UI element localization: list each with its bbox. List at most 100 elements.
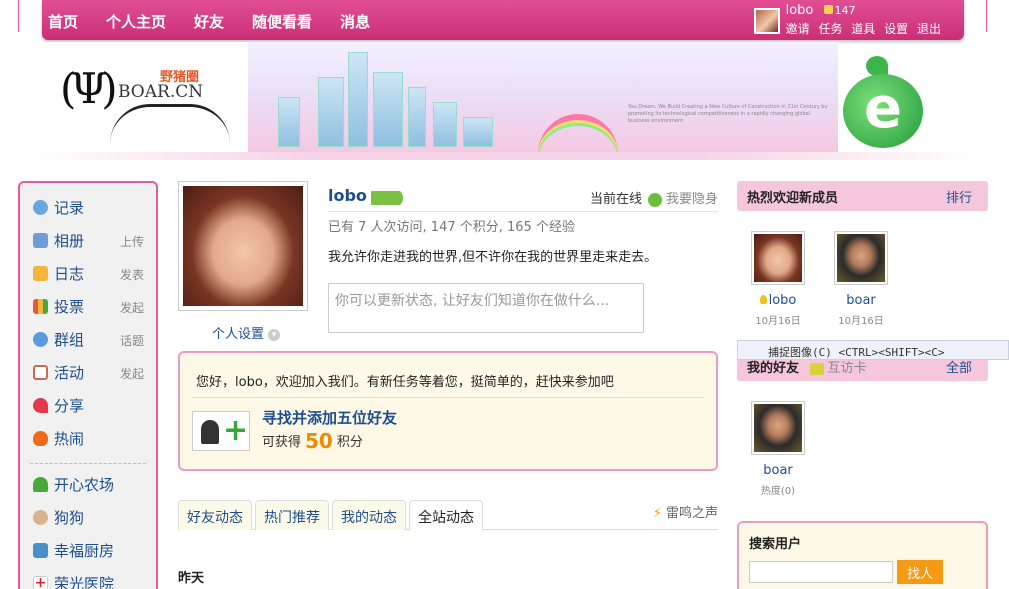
task-reward-suffix: 积分 xyxy=(336,435,363,450)
sidebar-item-poll[interactable]: 投票 发起 xyxy=(20,296,156,329)
heart-icon xyxy=(33,398,48,413)
calendar-icon xyxy=(33,365,48,380)
link-tasks[interactable]: 任务 xyxy=(818,22,842,36)
sidebar-action-start-event[interactable]: 发起 xyxy=(120,365,144,382)
link-logout[interactable]: 退出 xyxy=(917,22,941,36)
thunder-label: 雷鸣之声 xyxy=(665,506,718,521)
nav-profile[interactable]: 个人主页 xyxy=(106,11,166,32)
sidebar-app-label: 荣光医院 xyxy=(54,575,115,589)
nav-friends[interactable]: 好友 xyxy=(194,11,224,32)
sidebar-app-kitchen[interactable]: 幸福厨房 xyxy=(20,540,156,573)
invisible-toggle[interactable]: 我要隐身 xyxy=(666,192,718,207)
building xyxy=(408,87,426,147)
task-title[interactable]: 寻找并添加五位好友 xyxy=(262,407,397,428)
sidebar-item-share[interactable]: 分享 xyxy=(20,395,156,428)
e-logo: e xyxy=(838,52,928,152)
dog-icon xyxy=(33,510,48,525)
link-settings[interactable]: 设置 xyxy=(884,22,908,36)
nav-browse[interactable]: 随便看看 xyxy=(252,11,312,32)
bulb-icon xyxy=(759,295,767,304)
status-input[interactable]: 你可以更新状态, 让好友们知道你在做什么... xyxy=(328,283,644,333)
member-name-row: boar xyxy=(831,293,891,308)
nav-messages[interactable]: 消息 xyxy=(340,11,370,32)
link-props[interactable]: 道具 xyxy=(851,22,875,36)
logo-swirl xyxy=(110,104,230,144)
coin-icon xyxy=(823,5,833,14)
thunder-link[interactable]: ⚡ 雷鸣之声 xyxy=(653,502,718,521)
banner-divider xyxy=(30,152,980,160)
find-user-button[interactable]: 找人 xyxy=(897,560,943,584)
member-card[interactable]: lobo 10月16日 xyxy=(748,231,808,327)
task-welcome: 您好，lobo，欢迎加入我们。有新任务等着您，挺简单的，赶快来参加吧 xyxy=(196,375,614,390)
page: 首页 个人主页 好友 随便看看 消息 lobo 147 邀请 任务 道具 设置 … xyxy=(0,0,1009,589)
sidebar-action-upload[interactable]: 上传 xyxy=(120,233,144,250)
clover-icon xyxy=(647,192,662,207)
chevron-down-icon: ▾ xyxy=(268,328,281,341)
frame-edge-right xyxy=(986,0,987,32)
visit-card-link[interactable]: 互访卡 xyxy=(809,361,867,376)
nav-home[interactable]: 首页 xyxy=(48,11,78,32)
banner-cityscape: You Dream, We Build Creating a New Cultu… xyxy=(248,42,838,157)
my-friends-title: 我的好友 xyxy=(747,361,800,376)
user-search-input[interactable] xyxy=(749,561,893,583)
user-name[interactable]: lobo xyxy=(786,3,814,18)
friend-avatar[interactable] xyxy=(751,401,805,455)
sidebar-app-farm[interactable]: 开心农场 xyxy=(20,474,156,507)
new-members-header: 热烈欢迎新成员 排行 xyxy=(737,181,988,211)
e-icon: e xyxy=(843,74,923,148)
frame-edge-left xyxy=(18,0,19,32)
building xyxy=(433,102,457,147)
sidebar-item-album[interactable]: 相册 上传 xyxy=(20,230,156,263)
site-logo[interactable]: (Ψ) 野猪圈 BOAR.CN xyxy=(30,42,250,157)
feed-section-title: 昨天 xyxy=(178,571,205,586)
profile-name[interactable]: lobo xyxy=(328,186,367,205)
feed-tabs: 好友动态 热门推荐 我的动态 全站动态 ⚡ 雷鸣之声 xyxy=(178,500,718,531)
member-name[interactable]: lobo xyxy=(769,293,797,308)
tab-friends-feed[interactable]: 好友动态 xyxy=(178,500,252,530)
sidebar-action-topic[interactable]: 话题 xyxy=(120,332,144,349)
online-label: 当前在线 xyxy=(589,192,642,207)
member-name[interactable]: boar xyxy=(846,293,876,308)
sidebar-action-start-poll[interactable]: 发起 xyxy=(120,299,144,316)
profile-settings-link[interactable]: 个人设置 ▾ xyxy=(212,323,281,342)
sidebar-app-dog[interactable]: 狗狗 xyxy=(20,507,156,540)
sidebar-divider xyxy=(30,463,146,464)
person-icon xyxy=(201,420,219,444)
level-leaf-icon xyxy=(371,190,404,205)
sidebar-item-label: 群组 xyxy=(54,331,85,349)
sidebar-item-record[interactable]: 记录 xyxy=(20,197,156,230)
profile-photo[interactable] xyxy=(178,181,308,311)
profile-header: lobo 当前在线 我要隐身 已有 7 人次访问, 147 个积分, 165 个经… xyxy=(328,186,718,235)
user-search-box: 搜索用户 找人 xyxy=(737,521,988,589)
tab-site-feed[interactable]: 全站动态 xyxy=(409,500,483,531)
link-invite[interactable]: 邀请 xyxy=(786,22,810,36)
sidebar-item-label: 活动 xyxy=(54,364,85,382)
photo-icon xyxy=(33,233,48,248)
sidebar-item-hot[interactable]: 热闹 xyxy=(20,428,156,461)
sidebar-item-blog[interactable]: 日志 发表 xyxy=(20,263,156,296)
online-status: 当前在线 我要隐身 xyxy=(590,188,718,207)
sidebar-item-group[interactable]: 群组 话题 xyxy=(20,329,156,362)
sidebar-item-label: 日志 xyxy=(54,265,85,283)
visit-card-label: 互访卡 xyxy=(827,361,867,376)
member-avatar[interactable] xyxy=(834,231,888,285)
sidebar-item-event[interactable]: 活动 发起 xyxy=(20,362,156,395)
member-card[interactable]: boar 10月16日 xyxy=(831,231,891,327)
task-box: 您好，lobo，欢迎加入我们。有新任务等着您，挺简单的，赶快来参加吧 + 寻找并… xyxy=(178,351,718,471)
user-box: lobo 147 邀请 任务 道具 设置 退出 xyxy=(753,3,946,37)
sidebar-action-post[interactable]: 发表 xyxy=(120,266,144,283)
friend-card[interactable]: boar 热度(0) xyxy=(748,401,808,497)
sidebar-app-hospital[interactable]: + 荣光医院 xyxy=(20,573,156,589)
user-links: 邀请 任务 道具 设置 退出 xyxy=(786,20,946,37)
profile-motto: 我允许你走进我的世界,但不许你在我的世界里走来走去。 xyxy=(328,250,658,265)
tab-hot[interactable]: 热门推荐 xyxy=(255,500,329,530)
member-photo xyxy=(754,234,802,282)
member-avatar[interactable] xyxy=(751,231,805,285)
add-friend-icon[interactable]: + xyxy=(192,411,250,451)
tab-my-feed[interactable]: 我的动态 xyxy=(332,500,406,530)
ranking-link[interactable]: 排行 xyxy=(946,187,972,206)
friend-name[interactable]: boar xyxy=(748,463,808,478)
sidebar-app-label: 狗狗 xyxy=(54,509,85,527)
user-avatar[interactable] xyxy=(753,8,780,34)
sprout-icon xyxy=(33,477,48,492)
